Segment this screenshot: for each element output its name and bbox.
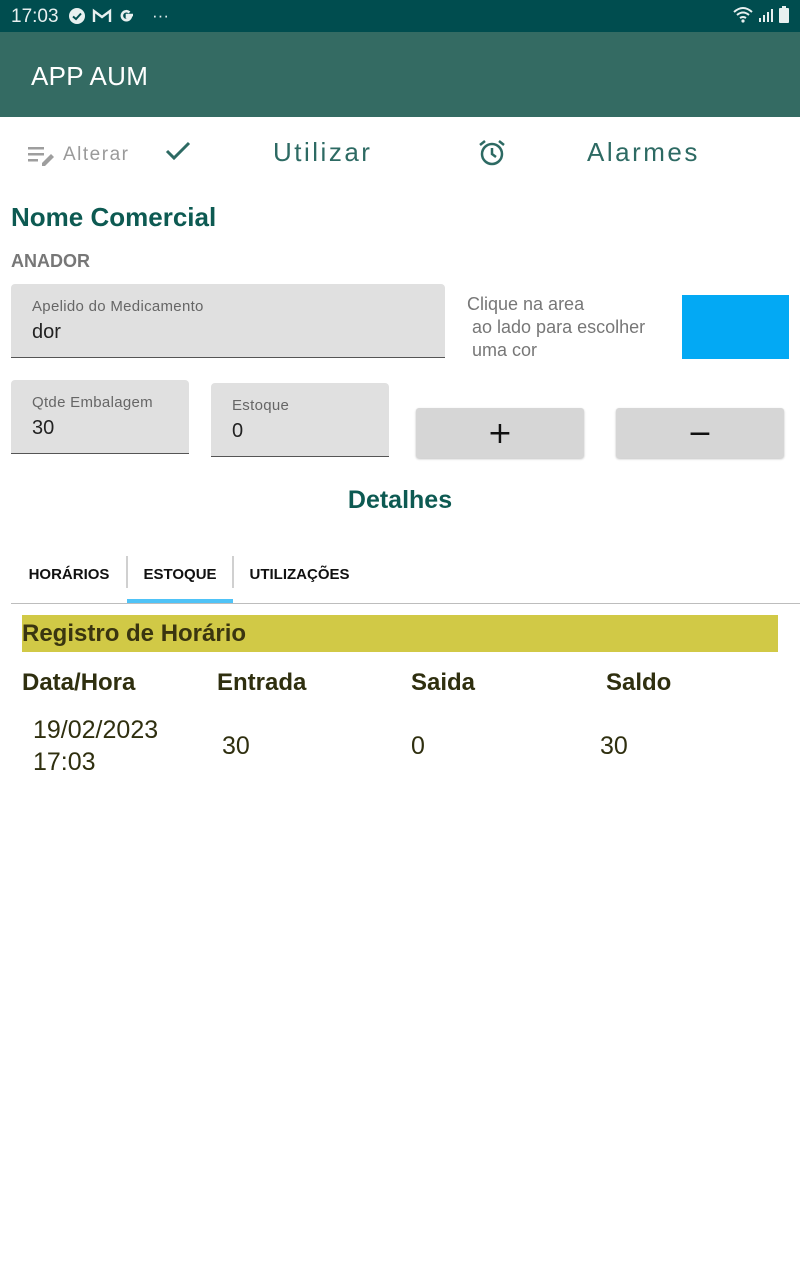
registro-banner: Registro de Horário (22, 615, 778, 652)
estoque-field[interactable]: Estoque 0 (211, 383, 389, 457)
row-entrada: 30 (222, 732, 250, 760)
wifi-icon (733, 7, 753, 23)
color-picker-swatch[interactable] (682, 295, 789, 359)
registro-title: Registro de Horário (22, 620, 247, 647)
tab-selected-indicator (127, 599, 233, 603)
system-icons (732, 6, 790, 24)
tab-utilizacoes[interactable]: UTILIZAÇÕES (233, 545, 366, 603)
action-toolbar: Alterar Utilizar Alarmes (0, 117, 800, 191)
alarm-clock-icon[interactable] (477, 138, 507, 168)
qtde-embalagem-field[interactable]: Qtde Embalagem 30 (11, 380, 189, 454)
details-tabs: HORÁRIOS ESTOQUE UTILIZAÇÕES (11, 545, 800, 604)
color-hint: Clique na area ao lado para escolher uma… (467, 294, 646, 360)
alarmes-button[interactable]: Alarmes (587, 137, 700, 168)
column-header-saldo: Saldo (606, 669, 672, 696)
details-title: Detalhes (347, 486, 453, 514)
minus-button[interactable]: − (616, 408, 784, 458)
estoque-field-label: Estoque (232, 397, 290, 414)
edit-list-icon[interactable] (28, 144, 56, 168)
estoque-field-value[interactable]: 0 (232, 420, 243, 443)
status-bar: 17:03 ··· (0, 0, 800, 32)
utilizar-button[interactable]: Utilizar (273, 137, 372, 168)
plus-button[interactable]: + (416, 408, 584, 458)
row-saida: 0 (411, 732, 425, 760)
qtde-field-label: Qtde Embalagem (32, 394, 153, 411)
more-dots-icon: ··· (152, 6, 169, 25)
check-circle-icon (69, 8, 85, 24)
check-icon[interactable] (164, 139, 192, 163)
tab-horarios[interactable]: HORÁRIOS (11, 545, 127, 603)
notification-icons: ··· (68, 6, 169, 26)
signal-icon (759, 9, 773, 22)
column-header-entrada: Entrada (217, 669, 307, 696)
app-bar: APP AUM (0, 32, 800, 117)
row-saldo: 30 (600, 732, 628, 760)
alterar-button[interactable]: Alterar (63, 144, 129, 166)
row-time: 17:03 (33, 748, 96, 776)
battery-icon (779, 6, 789, 23)
row-date: 19/02/2023 (33, 716, 159, 744)
google-icon (120, 9, 133, 22)
section-title: Nome Comercial (11, 202, 217, 232)
commercial-name: ANADOR (11, 251, 90, 271)
gmail-icon (92, 8, 112, 22)
alias-field[interactable]: Apelido do Medicamento dor (11, 284, 445, 358)
qtde-field-value[interactable]: 30 (32, 417, 54, 440)
alias-field-value[interactable]: dor (32, 321, 61, 344)
column-header-saida: Saida (411, 669, 476, 696)
tab-estoque[interactable]: ESTOQUE (127, 545, 233, 603)
app-title: APP AUM (31, 61, 149, 91)
column-header-data-hora: Data/Hora (22, 669, 136, 696)
alias-field-label: Apelido do Medicamento (32, 298, 204, 315)
status-time: 17:03 (11, 6, 59, 27)
